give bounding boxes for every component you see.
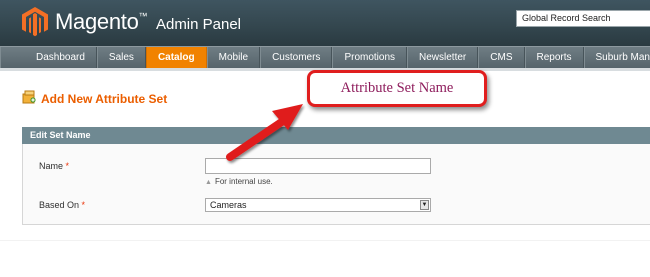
nav-item-dashboard[interactable]: Dashboard — [0, 47, 97, 69]
nav-item-promotions[interactable]: Promotions — [332, 47, 408, 69]
based-on-label: Based On * — [39, 200, 85, 210]
annotation-callout: Attribute Set Name — [307, 70, 487, 107]
name-note: ▲ For internal use. — [205, 177, 273, 186]
nav-item-catalog[interactable]: Catalog — [145, 47, 207, 69]
brand-trademark: ™ — [138, 11, 148, 21]
nav-item-mobile[interactable]: Mobile — [206, 47, 261, 69]
content-divider — [0, 240, 650, 241]
callout-text: Attribute Set Name — [340, 80, 454, 96]
brand-title[interactable]: Magento™ Admin Panel — [55, 9, 241, 35]
name-label-text: Name — [39, 161, 64, 171]
brand-name: Magento — [55, 9, 139, 34]
admin-header: Magento™ Admin Panel Global Record Searc… — [0, 0, 650, 46]
nav-item-suburb-manager[interactable]: Suburb Manage — [583, 47, 650, 69]
page-title: Add New Attribute Set — [41, 92, 168, 106]
attribute-set-icon — [22, 90, 36, 104]
required-mark: * — [81, 200, 86, 210]
brand-subtitle: Admin Panel — [155, 16, 242, 33]
based-on-value: Cameras — [210, 200, 247, 210]
required-mark: * — [65, 161, 70, 171]
based-on-label-text: Based On — [39, 200, 80, 210]
nav-item-sales[interactable]: Sales — [96, 47, 146, 69]
magento-logo-icon — [22, 7, 48, 37]
section-header: Edit Set Name — [22, 127, 650, 144]
based-on-select[interactable]: Cameras ▼ — [205, 198, 431, 212]
nav-item-customers[interactable]: Customers — [260, 47, 333, 69]
name-label: Name * — [39, 161, 69, 171]
name-input[interactable] — [205, 158, 431, 174]
global-search-select[interactable]: Global Record Search — [516, 10, 650, 27]
nav-item-newsletter[interactable]: Newsletter — [407, 47, 479, 69]
note-arrow-icon: ▲ — [205, 179, 212, 186]
nav-item-reports[interactable]: Reports — [524, 47, 584, 69]
nav-item-cms[interactable]: CMS — [478, 47, 525, 69]
dropdown-arrow-icon[interactable]: ▼ — [420, 200, 429, 210]
name-note-text: For internal use. — [214, 177, 273, 186]
main-nav: Dashboard Sales Catalog Mobile Customers… — [0, 46, 650, 69]
